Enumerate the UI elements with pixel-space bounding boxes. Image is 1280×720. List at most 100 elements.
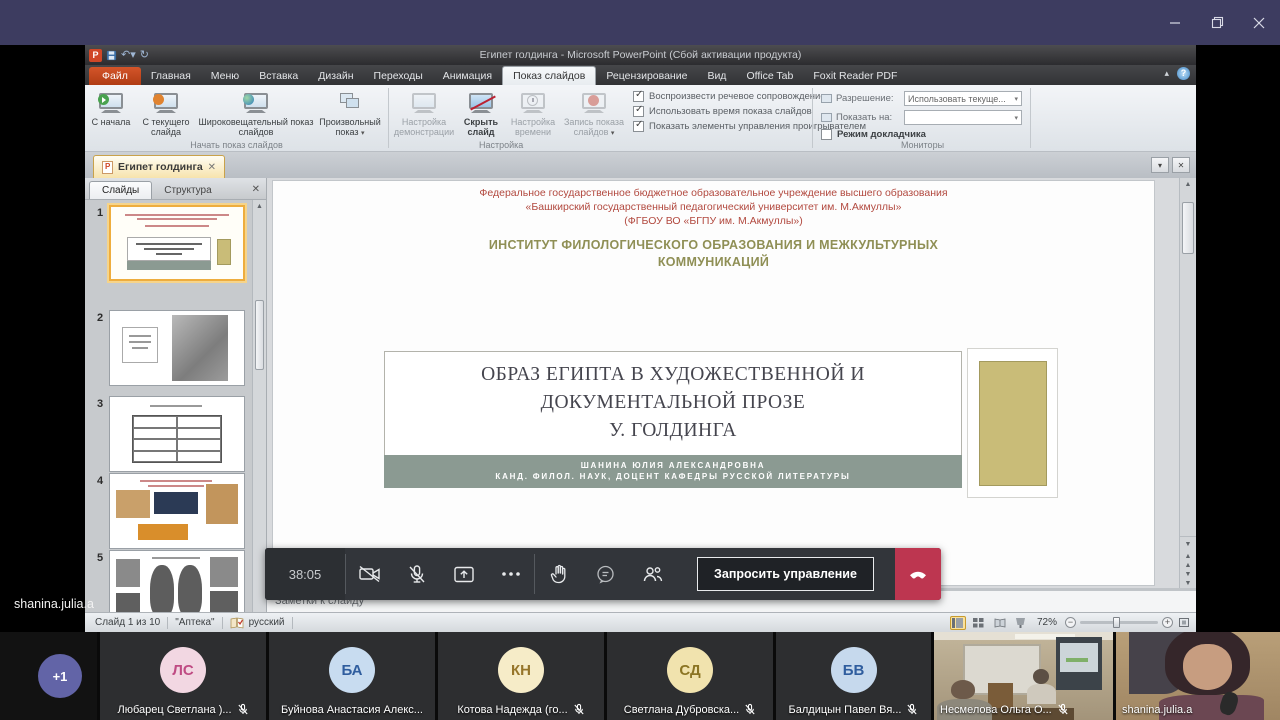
scroll-down-icon[interactable]: ▼ xyxy=(1180,538,1196,552)
tab-insert[interactable]: Вставка xyxy=(249,67,308,85)
tab-view[interactable]: Вид xyxy=(697,67,736,85)
slide-institute-line1: ИНСТИТУТ ФИЛОЛОГИЧЕСКОГО ОБРАЗОВАНИЯ И М… xyxy=(273,238,1154,252)
reading-view-icon[interactable] xyxy=(992,616,1008,630)
from-beginning-button[interactable]: С начала xyxy=(87,88,135,127)
resolution-dropdown[interactable]: Использовать текуще...▾ xyxy=(904,91,1022,106)
pane-tab-outline[interactable]: Структура xyxy=(152,182,223,199)
broadcast-slideshow-button[interactable]: Широковещательный показ слайдов xyxy=(197,88,315,137)
request-control-button[interactable]: Запросить управление xyxy=(697,557,874,591)
raise-hand-icon[interactable] xyxy=(535,548,582,600)
close-pane-icon[interactable]: ✕ xyxy=(252,184,260,195)
slide-thumbnail[interactable] xyxy=(109,550,245,612)
thumbnails-scrollbar[interactable]: ▲ xyxy=(252,200,266,612)
participants-strip: +1 ЛС Любарец Светлана )... БА Буйнова А… xyxy=(0,632,1280,720)
avatar: КН xyxy=(498,647,544,693)
participant-tile[interactable]: ЛС Любарец Светлана )... xyxy=(100,632,266,720)
normal-view-icon[interactable] xyxy=(950,616,966,630)
zoom-percentage[interactable]: 72% xyxy=(1037,617,1057,628)
tab-home[interactable]: Главная xyxy=(141,67,201,85)
tab-office-tab[interactable]: Office Tab xyxy=(736,67,803,85)
mic-off-icon[interactable] xyxy=(393,548,440,600)
slideshow-view-icon[interactable] xyxy=(1013,616,1029,630)
slide-thumbnail[interactable] xyxy=(109,205,245,281)
from-current-slide-button[interactable]: С текущего слайда xyxy=(137,88,195,137)
participant-video-tile[interactable]: shanina.julia.a xyxy=(1116,632,1280,720)
doc-tab-close-icon[interactable]: ✕ xyxy=(1172,157,1190,173)
slide-org-line1: Федеральное государственное бюджетное об… xyxy=(273,187,1154,199)
next-slide-icon[interactable]: ▼▼ xyxy=(1180,570,1196,588)
theme-name: "Аптека" xyxy=(175,617,214,628)
tab-foxit[interactable]: Foxit Reader PDF xyxy=(803,67,907,85)
camera-off-icon[interactable] xyxy=(346,548,393,600)
pane-tab-slides[interactable]: Слайды xyxy=(89,181,152,199)
show-on-icon xyxy=(821,113,832,122)
tab-transitions[interactable]: Переходы xyxy=(364,67,433,85)
participant-tile[interactable]: БА Буйнова Анастасия Алекс... xyxy=(269,632,435,720)
zoom-out-icon[interactable]: − xyxy=(1065,617,1076,628)
fit-to-window-icon[interactable] xyxy=(1178,617,1190,628)
share-screen-icon[interactable] xyxy=(440,548,487,600)
avatar: БВ xyxy=(831,647,877,693)
participant-video-tile[interactable]: Несмелова Ольга О... xyxy=(934,632,1113,720)
close-window-icon[interactable] xyxy=(1238,0,1280,45)
previous-slide-icon[interactable]: ▲▲ xyxy=(1180,552,1196,570)
call-timer: 38:05 xyxy=(265,548,345,600)
tab-slideshow[interactable]: Показ слайдов xyxy=(502,66,596,85)
more-options-icon[interactable] xyxy=(487,548,534,600)
doc-tab-dropdown-icon[interactable]: ▾ xyxy=(1151,157,1169,173)
chat-icon[interactable] xyxy=(582,548,629,600)
document-tab[interactable]: Египет голдинга ✕ xyxy=(93,155,225,178)
slide-author-band: ШАНИНА ЮЛИЯ АЛЕКСАНДРОВНА КАНД. ФИЛОЛ. Н… xyxy=(384,455,962,488)
language-indicator[interactable]: русский xyxy=(249,617,285,628)
minimize-window-icon[interactable] xyxy=(1154,0,1196,45)
minimize-ribbon-icon[interactable]: ▴ xyxy=(1164,68,1169,79)
slide-thumbnail[interactable] xyxy=(109,473,245,549)
window-title: Египет голдинга - Microsoft PowerPoint (… xyxy=(85,49,1196,61)
resolution-icon xyxy=(821,94,832,103)
show-on-dropdown[interactable]: ▾ xyxy=(904,110,1022,125)
restore-window-icon[interactable] xyxy=(1196,0,1238,45)
hide-slide-button[interactable]: Скрыть слайд xyxy=(459,88,503,137)
tab-animations[interactable]: Анимация xyxy=(433,67,502,85)
overflow-participants-tile[interactable]: +1 xyxy=(0,632,97,720)
powerpoint-titlebar: P ↶▾ ↻ Египет голдинга - Microsoft Power… xyxy=(85,45,1196,65)
rehearse-timings-button[interactable]: Настройка времени xyxy=(505,88,561,137)
close-document-icon[interactable]: ✕ xyxy=(208,162,216,173)
participants-icon[interactable] xyxy=(629,548,676,600)
custom-slideshow-button[interactable]: Произвольный показ ▾ xyxy=(317,88,383,139)
presenter-share-label: shanina.julia.a xyxy=(14,597,94,611)
ribbon-group-setup: Настройка демонстрации Скрыть слайд Наст… xyxy=(389,85,812,151)
help-icon[interactable]: ? xyxy=(1177,67,1190,80)
participant-tile[interactable]: СД Светлана Дубровска... xyxy=(607,632,773,720)
hang-up-button[interactable] xyxy=(895,548,941,600)
spellcheck-icon[interactable] xyxy=(230,617,244,629)
call-control-bar: 38:05 xyxy=(265,548,941,600)
thumbnail-number: 2 xyxy=(97,312,103,324)
checkbox-presenter-view[interactable]: Режим докладчика xyxy=(821,129,1022,140)
slide-thumbnail[interactable] xyxy=(109,310,245,386)
slide-title-line2: ДОКУМЕНТАЛЬНОЙ ПРОЗЕ xyxy=(385,389,961,417)
editor-scrollbar[interactable]: ▲ ▼ ▲▲ ▼▼ xyxy=(1179,178,1196,588)
overflow-count-badge: +1 xyxy=(38,654,82,698)
tab-review[interactable]: Рецензирование xyxy=(596,67,697,85)
record-slideshow-button[interactable]: Запись показа слайдов ▾ xyxy=(563,88,625,139)
setup-slideshow-button[interactable]: Настройка демонстрации xyxy=(391,88,457,137)
zoom-in-icon[interactable]: + xyxy=(1162,617,1173,628)
slide-canvas: Федеральное государственное бюджетное об… xyxy=(272,180,1155,586)
powerpoint-window: P ↶▾ ↻ Египет голдинга - Microsoft Power… xyxy=(85,45,1196,632)
thumbnail-number: 4 xyxy=(97,475,103,487)
tab-design[interactable]: Дизайн xyxy=(308,67,363,85)
participant-tile[interactable]: КН Котова Надежда (го... xyxy=(438,632,604,720)
slide-thumbnail[interactable] xyxy=(109,396,245,472)
mic-off-icon xyxy=(237,703,249,716)
slide-counter: Слайд 1 из 10 xyxy=(95,617,160,628)
os-titlebar xyxy=(0,0,1280,45)
tab-menu[interactable]: Меню xyxy=(201,67,249,85)
participant-name: Балдицын Павел Вя... xyxy=(789,704,902,716)
participant-tile[interactable]: БВ Балдицын Павел Вя... xyxy=(776,632,931,720)
zoom-slider[interactable] xyxy=(1080,621,1158,624)
tab-file[interactable]: Файл xyxy=(89,67,141,85)
slide-org-line3: (ФГБОУ ВО «БГПУ им. М.Акмуллы») xyxy=(273,215,1154,227)
slide-sorter-view-icon[interactable] xyxy=(971,616,987,630)
hang-up-icon xyxy=(906,562,930,586)
